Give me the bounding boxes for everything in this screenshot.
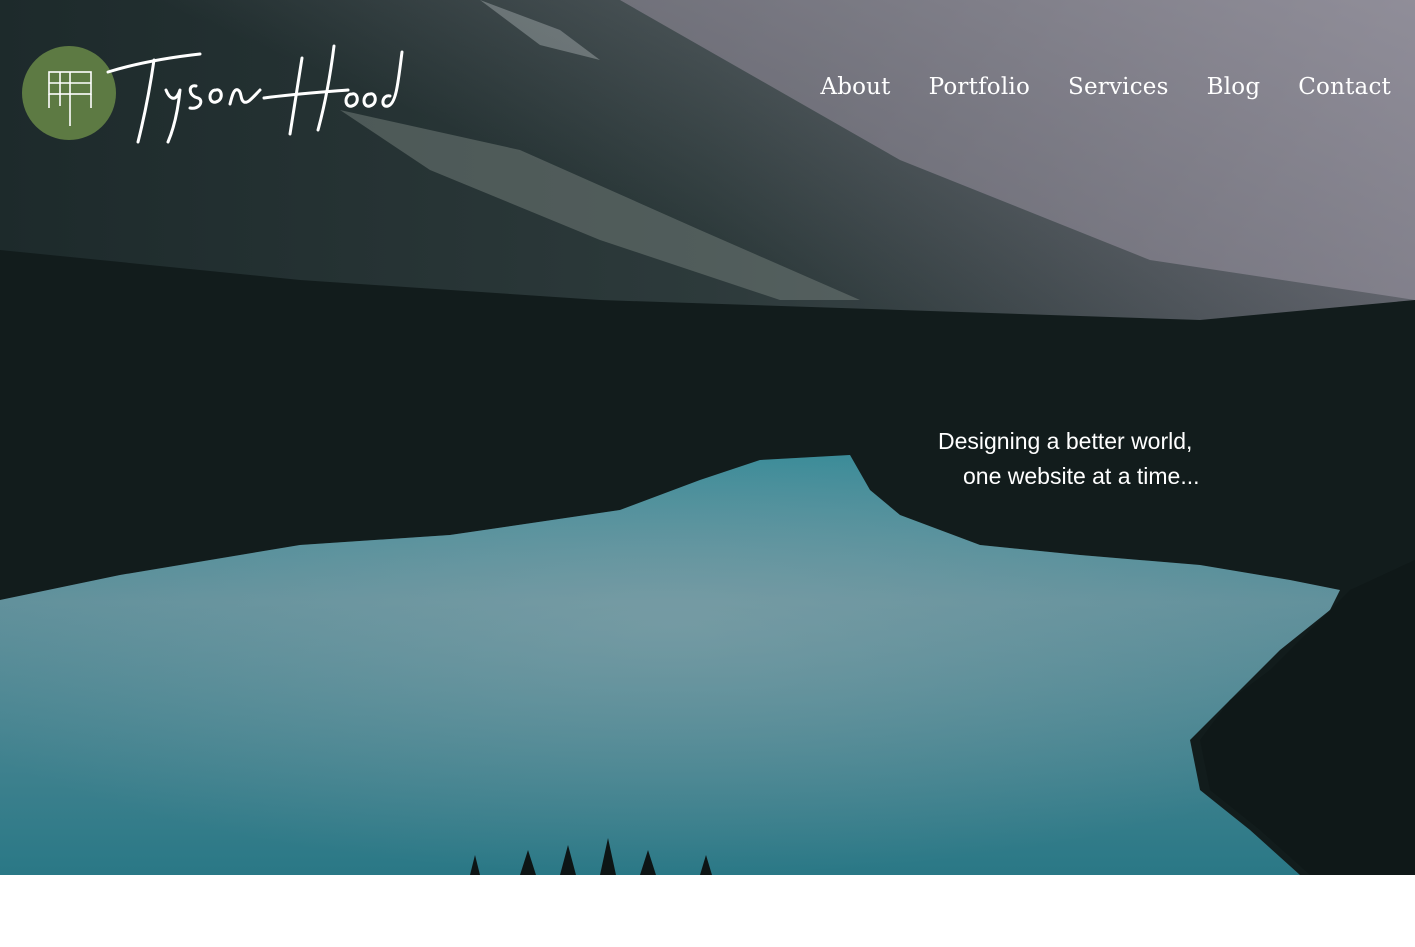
nav-contact-link[interactable]: Contact (1298, 74, 1391, 100)
hero-section: About Portfolio Services Blog Contact De… (0, 0, 1415, 875)
nav-portfolio-link[interactable]: Portfolio (929, 74, 1030, 100)
nav-services-link[interactable]: Services (1068, 74, 1169, 100)
nav-blog-link[interactable]: Blog (1207, 74, 1261, 100)
brand-logo[interactable] (20, 38, 404, 150)
hero-tagline: Designing a better world, one website at… (938, 424, 1200, 494)
tagline-line-2: one website at a time... (963, 463, 1200, 489)
nav-about-link[interactable]: About (820, 74, 890, 100)
logo-monogram-icon (22, 46, 116, 140)
logo-signature-wordmark (106, 44, 404, 144)
tagline-line-1: Designing a better world, (938, 428, 1193, 454)
page-content-area (0, 875, 1415, 947)
main-navigation: About Portfolio Services Blog Contact (820, 74, 1391, 100)
